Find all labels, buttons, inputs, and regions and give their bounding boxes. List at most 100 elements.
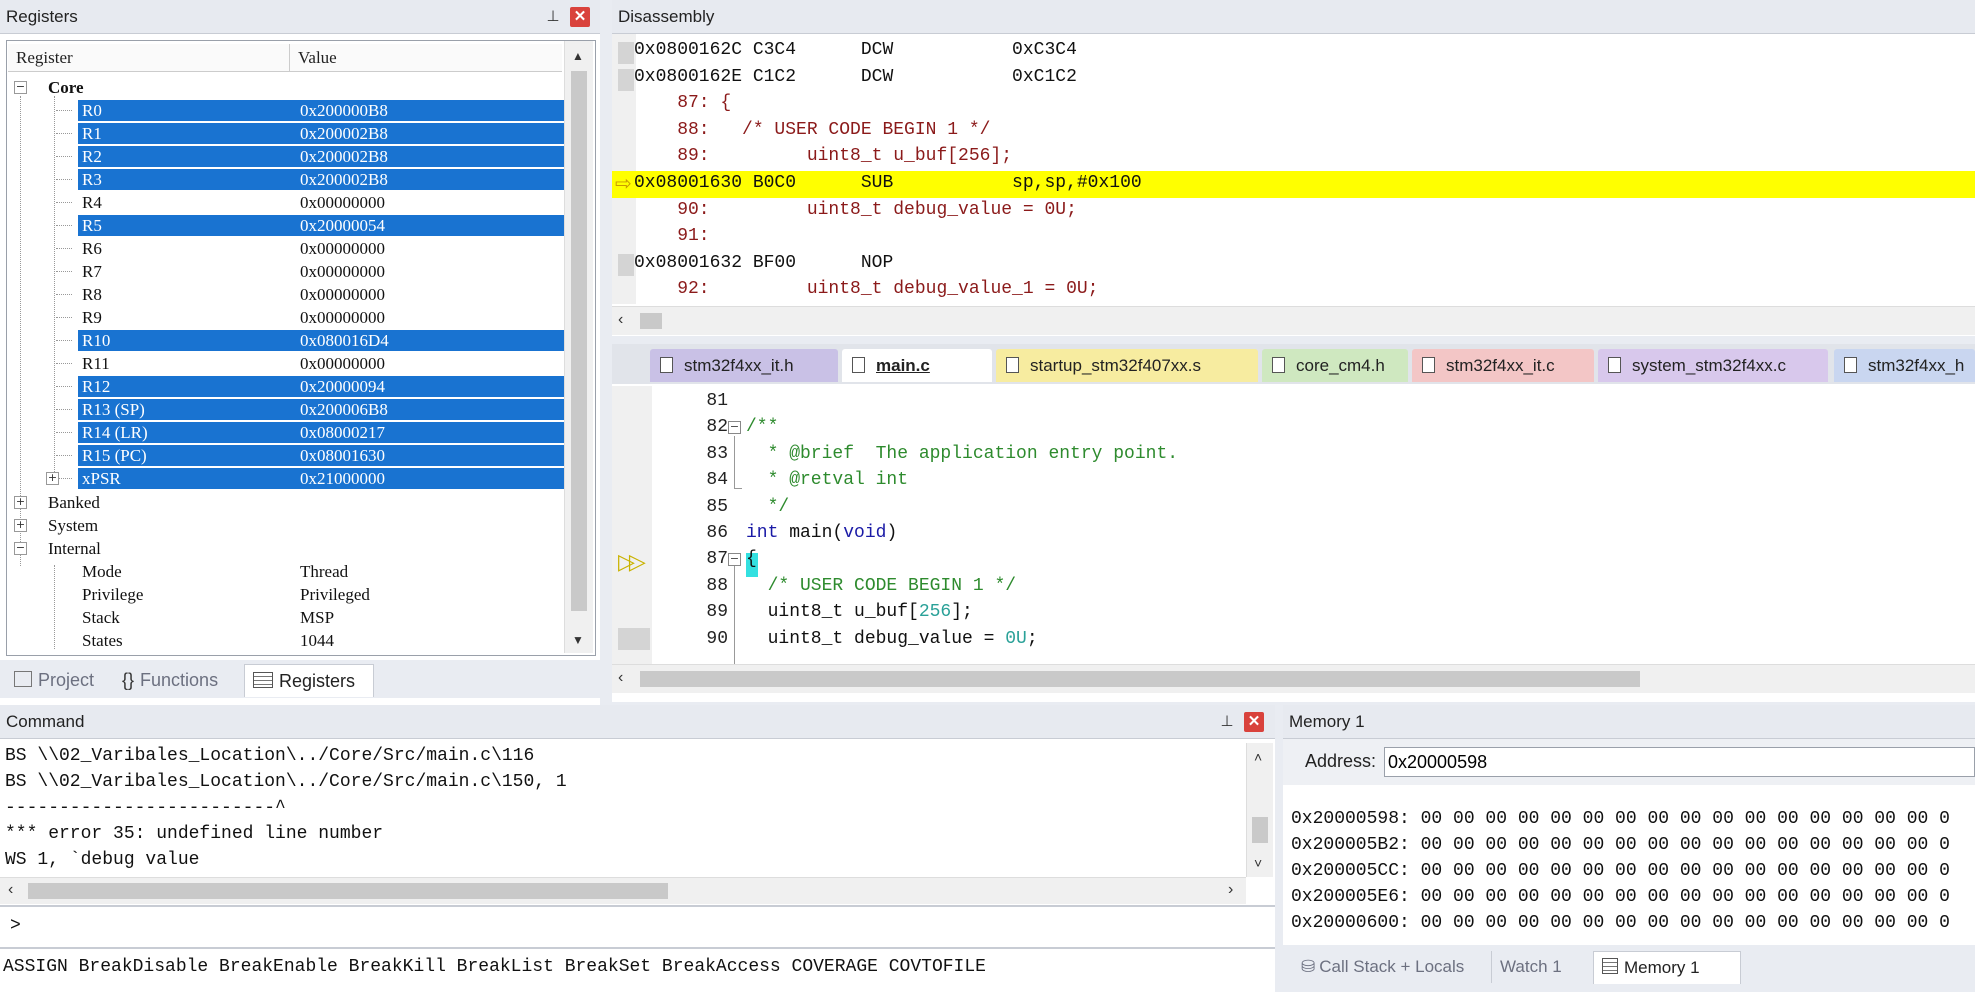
source-line[interactable]: 89: uint8_t u_buf[256]; <box>634 143 1012 170</box>
scroll-down-icon[interactable]: ˅ <box>1254 855 1262 871</box>
tab-project[interactable]: Project <box>6 664 94 696</box>
register-row[interactable]: R12 0x20000094 <box>0 375 600 398</box>
registers-scrollbar[interactable]: ▲ ▼ <box>564 41 593 653</box>
disassembly-hscrollbar[interactable]: ‹ <box>612 306 1975 335</box>
asm-instruction[interactable]: 0x08001632 BF00 NOP <box>634 250 893 277</box>
register-row[interactable]: R13 (SP) 0x200006B8 <box>0 398 600 421</box>
line-number: 82 <box>706 417 728 438</box>
code-line[interactable]: 90 uint8_t debug_value = 0U; <box>612 626 1975 652</box>
file-icon <box>1006 357 1019 373</box>
close-icon[interactable]: ✕ <box>1244 712 1264 732</box>
code-line[interactable]: 83 * @brief The application entry point. <box>612 441 1975 467</box>
register-row[interactable]: R4 0x00000000 <box>0 191 600 214</box>
collapse-icon[interactable]: − <box>14 81 27 94</box>
registers-bottom-tabs: Project {} Functions Registers <box>0 660 600 698</box>
disassembly-title: Disassembly <box>612 0 1975 34</box>
tree-node-banked[interactable]: + Banked <box>0 491 600 514</box>
register-row[interactable]: R14 (LR) 0x08000217 <box>0 421 600 444</box>
source-line[interactable]: 87: { <box>634 90 731 117</box>
code-line[interactable]: 85 */ <box>612 494 1975 520</box>
column-header-value[interactable]: Value <box>290 44 562 72</box>
command-output-line: -------------------------^ <box>5 798 286 818</box>
tab-memory-1[interactable]: Memory 1 <box>1593 951 1741 984</box>
code-line[interactable]: 87−{ <box>612 546 1975 572</box>
code-line[interactable]: 86 int main(void) <box>612 520 1975 546</box>
tree-node-system[interactable]: + System <box>0 514 600 537</box>
code-line[interactable]: 82−/** <box>612 414 1975 440</box>
editor-hscrollbar[interactable]: ‹ <box>612 664 1975 693</box>
scroll-up-icon[interactable]: ˄ <box>1254 749 1262 765</box>
scroll-right-icon[interactable]: › <box>1228 881 1233 899</box>
tab-watch-1[interactable]: Watch 1 <box>1491 951 1562 983</box>
code-line[interactable]: 89 uint8_t u_buf[256]; <box>612 599 1975 625</box>
asm-instruction[interactable]: 0x0800162C C3C4 DCW 0xC3C4 <box>634 37 1077 64</box>
code-line[interactable]: 88 /* USER CODE BEGIN 1 */ <box>612 573 1975 599</box>
asm-instruction[interactable]: 0x08001630 B0C0 SUB sp,sp,#0x100 <box>634 170 1142 197</box>
pin-icon[interactable]: ⊥ <box>1220 714 1234 730</box>
register-row[interactable]: R6 0x00000000 <box>0 237 600 260</box>
code-line[interactable]: 81 <box>612 388 1975 414</box>
register-row[interactable]: R11 0x00000000 <box>0 352 600 375</box>
tree-node-internal[interactable]: − Internal <box>0 537 600 560</box>
fold-icon[interactable]: − <box>728 421 741 435</box>
scroll-down-icon[interactable]: ▼ <box>572 633 584 647</box>
register-row[interactable]: R15 (PC) 0x08001630 <box>0 444 600 467</box>
line-number: 88 <box>706 575 728 596</box>
internal-row-privilege[interactable]: Privilege Privileged <box>0 583 600 606</box>
command-prompt[interactable]: > <box>10 913 21 939</box>
tab-system-stm32f4xx-c[interactable]: system_stm32f4xx.c <box>1598 349 1828 382</box>
source-line[interactable]: 90: uint8_t debug_value = 0U; <box>634 197 1077 224</box>
line-number: 84 <box>706 470 728 491</box>
close-icon[interactable]: ✕ <box>570 7 590 27</box>
code-line[interactable]: 84 * @retval int <box>612 467 1975 493</box>
file-icon <box>1844 357 1857 373</box>
file-icon <box>1422 357 1435 373</box>
register-row[interactable]: R0 0x200000B8 <box>0 99 600 122</box>
address-input[interactable]: 0x20000598 <box>1384 747 1975 777</box>
tab-registers[interactable]: Registers <box>244 664 374 697</box>
register-row[interactable]: R9 0x00000000 <box>0 306 600 329</box>
source-line[interactable]: 91: <box>634 223 709 250</box>
expand-icon[interactable]: + <box>14 496 27 509</box>
column-header-register[interactable]: Register <box>8 44 290 72</box>
scroll-left-icon[interactable]: ‹ <box>8 881 13 899</box>
command-hscrollbar[interactable]: ‹ › <box>0 877 1246 904</box>
tab-stm32f4xx-it-h[interactable]: stm32f4xx_it.h <box>650 349 838 382</box>
tab-stm32f4xx-it-c[interactable]: stm32f4xx_it.c <box>1412 349 1594 382</box>
register-row[interactable]: R8 0x00000000 <box>0 283 600 306</box>
tab-functions[interactable]: {} Functions <box>114 664 218 696</box>
collapse-icon[interactable]: − <box>14 542 27 555</box>
pin-icon[interactable]: ⊥ <box>546 9 560 25</box>
tab-core-cm4-h[interactable]: core_cm4.h <box>1262 349 1408 382</box>
tab-main-c[interactable]: main.c <box>842 349 992 382</box>
execution-arrow-icon: ⇨ <box>615 173 632 195</box>
internal-row-mode[interactable]: Mode Thread <box>0 560 600 583</box>
scroll-left-icon[interactable]: ‹ <box>618 311 623 329</box>
source-line[interactable]: 88: /* USER CODE BEGIN 1 */ <box>634 117 990 144</box>
scroll-up-icon[interactable]: ▲ <box>572 49 584 63</box>
source-line[interactable]: 92: uint8_t debug_value_1 = 0U; <box>634 276 1098 303</box>
tab-stm32f4xx-h[interactable]: stm32f4xx_h <box>1834 349 1975 382</box>
fold-icon[interactable]: − <box>728 553 741 567</box>
code-text: uint8_t u_buf[256]; <box>746 602 973 623</box>
asm-instruction[interactable]: 0x0800162E C1C2 DCW 0xC1C2 <box>634 64 1077 91</box>
expand-icon[interactable]: + <box>46 472 59 485</box>
internal-row-states[interactable]: States 1044 <box>0 629 600 652</box>
register-row[interactable]: R3 0x200002B8 <box>0 168 600 191</box>
tree-node-core[interactable]: − Core <box>0 76 600 99</box>
memory-row: 0x200005E6: 00 00 00 00 00 00 00 00 00 0… <box>1291 887 1950 907</box>
register-row[interactable]: R10 0x080016D4 <box>0 329 600 352</box>
register-row[interactable]: R5 0x20000054 <box>0 214 600 237</box>
register-row[interactable]: R2 0x200002B8 <box>0 145 600 168</box>
register-row[interactable]: R7 0x00000000 <box>0 260 600 283</box>
register-row[interactable]: + xPSR 0x21000000 <box>0 467 600 490</box>
register-row[interactable]: R1 0x200002B8 <box>0 122 600 145</box>
expand-icon[interactable]: + <box>14 519 27 532</box>
internal-row-stack[interactable]: Stack MSP <box>0 606 600 629</box>
command-scrollbar[interactable]: ˄ ˅ <box>1246 743 1273 877</box>
tab-call-stack-locals[interactable]: ⛁ Call Stack + Locals <box>1293 951 1464 983</box>
braces-icon: {} <box>122 670 135 690</box>
tab-startup-s[interactable]: startup_stm32f407xx.s <box>996 349 1258 382</box>
scroll-left-icon[interactable]: ‹ <box>618 669 623 687</box>
memory-icon <box>1602 958 1618 974</box>
